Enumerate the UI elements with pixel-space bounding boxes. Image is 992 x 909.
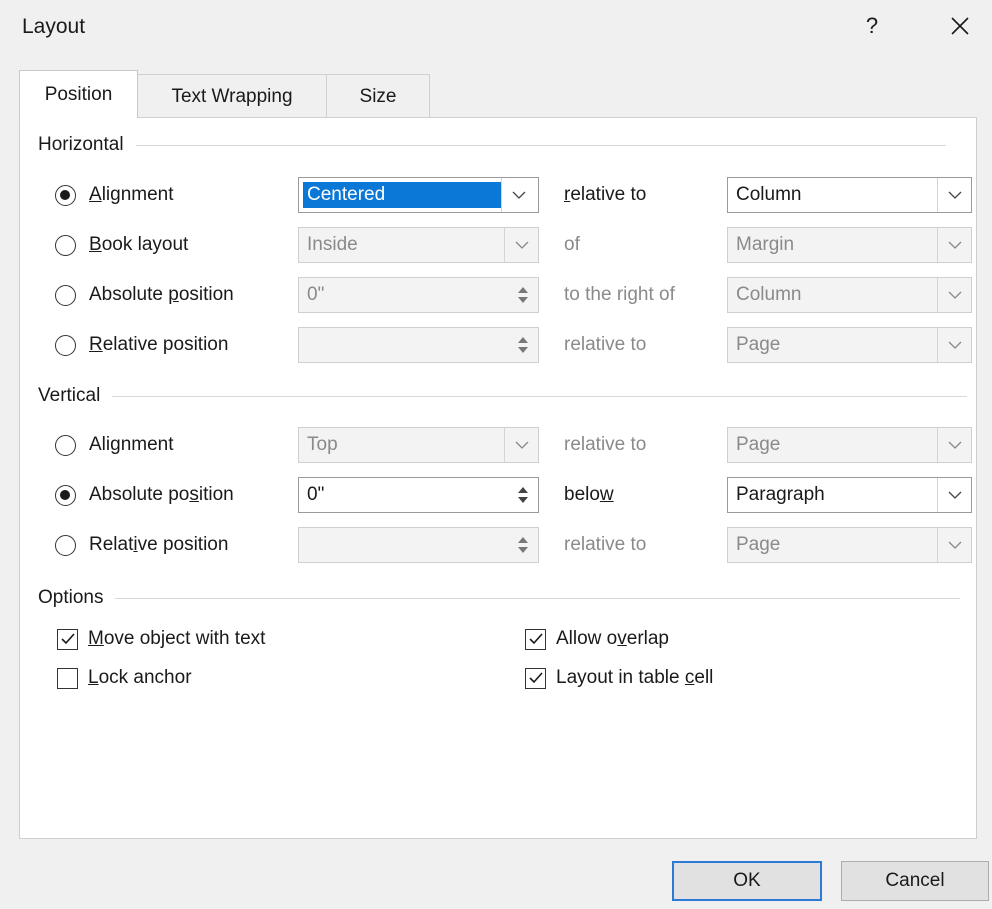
cancel-button[interactable]: Cancel — [841, 861, 989, 901]
radio-label: Alignment — [89, 184, 174, 205]
horizontal-radio-3[interactable]: Relative position — [55, 330, 228, 360]
horizontal-value-spinner-3[interactable] — [298, 327, 539, 363]
checkbox-box[interactable] — [525, 667, 546, 689]
vertical-relative-dropdown-0[interactable]: Page — [727, 427, 972, 463]
radio-label: Absolute position — [89, 484, 234, 505]
vertical-value-spinner-1[interactable]: 0" — [298, 477, 539, 513]
horizontal-relative-label-0: r elative to — [564, 184, 647, 205]
field-value: Centered — [303, 182, 501, 208]
radio-button[interactable] — [55, 434, 76, 456]
chevron-down-icon[interactable] — [937, 528, 971, 562]
radio-label: Book layout — [89, 234, 189, 255]
field-value: Inside — [307, 234, 358, 255]
checkbox-box[interactable] — [57, 667, 78, 689]
help-button[interactable]: ? — [852, 6, 892, 46]
checkbox-box[interactable] — [57, 628, 78, 650]
vertical-relative-label-0: relative to — [564, 434, 647, 455]
checkbox-label: Move object with text — [88, 628, 266, 649]
vertical-radio-1[interactable]: Absolute position — [55, 480, 234, 510]
radio-button[interactable] — [55, 534, 76, 556]
horizontal-relative-dropdown-0[interactable]: Column — [727, 177, 972, 213]
vertical-relative-label-2: relative to — [564, 534, 647, 555]
radio-button[interactable] — [55, 284, 76, 306]
check-icon — [528, 672, 543, 684]
allow-overlap-checkbox[interactable]: Allow overlap — [525, 625, 669, 653]
vertical-radio-2[interactable]: Relative position — [55, 530, 228, 560]
radio-button[interactable] — [55, 334, 76, 356]
check-icon — [60, 633, 75, 645]
radio-label: Relative position — [89, 534, 229, 555]
vertical-radio-0[interactable]: Alignment — [55, 430, 174, 460]
checkbox-box[interactable] — [525, 628, 546, 650]
checkbox-label: Layout in table cell — [556, 667, 714, 688]
horizontal-group-header: Horizontal — [38, 134, 946, 156]
close-icon — [951, 17, 969, 35]
vertical-relative-label-1: belo w — [564, 484, 614, 505]
close-button[interactable] — [938, 6, 982, 46]
horizontal-value-dropdown-1[interactable]: Inside — [298, 227, 539, 263]
field-value: Column — [736, 284, 802, 305]
chevron-down-icon[interactable] — [937, 428, 971, 462]
horizontal-radio-1[interactable]: Book layout — [55, 230, 188, 260]
radio-button[interactable] — [55, 234, 76, 256]
checkbox-label: Allow overlap — [556, 628, 669, 649]
layout-in-table-cell-checkbox[interactable]: Layout in table cell — [525, 664, 713, 692]
vertical-relative-dropdown-1[interactable]: Paragraph — [727, 477, 972, 513]
field-value: Top — [307, 434, 338, 455]
horizontal-value-dropdown-0[interactable]: Centered — [298, 177, 539, 213]
dialog-title: Layout — [22, 15, 86, 38]
field-value: Page — [736, 434, 781, 455]
horizontal-relative-label-1: of — [564, 234, 580, 255]
chevron-down-icon[interactable] — [937, 478, 971, 512]
spinner-arrows-icon[interactable] — [508, 478, 538, 512]
vertical-relative-dropdown-2[interactable]: Page — [727, 527, 972, 563]
field-value: Margin — [736, 234, 795, 255]
checkbox-label: Lock anchor — [88, 667, 192, 688]
vertical-value-dropdown-0[interactable]: Top — [298, 427, 539, 463]
chevron-down-icon[interactable] — [937, 178, 971, 212]
field-value: Page — [736, 534, 781, 555]
radio-button[interactable] — [55, 484, 76, 506]
horizontal-value-spinner-2[interactable]: 0" — [298, 277, 539, 313]
horizontal-relative-label-2: to the right of — [564, 284, 675, 305]
field-value: Paragraph — [736, 484, 825, 505]
options-group-header: Options — [38, 587, 961, 609]
horizontal-radio-2[interactable]: Absolute position — [55, 280, 234, 310]
horizontal-relative-label-3: relative to — [564, 334, 647, 355]
field-value: 0" — [307, 284, 325, 305]
horizontal-relative-dropdown-1[interactable]: Margin — [727, 227, 972, 263]
chevron-down-icon[interactable] — [937, 328, 971, 362]
chevron-down-icon[interactable] — [504, 228, 538, 262]
radio-label: Absolute position — [89, 284, 234, 305]
check-icon — [528, 633, 543, 645]
field-value: Column — [736, 184, 802, 205]
tab-text-wrapping[interactable]: Text Wrapping — [137, 74, 327, 118]
lock-anchor-checkbox[interactable]: Lock anchor — [57, 664, 192, 692]
field-value: Page — [736, 334, 781, 355]
ok-button[interactable]: OK — [672, 861, 822, 901]
field-value: 0" — [307, 484, 325, 505]
vertical-group-header: Vertical — [38, 385, 968, 407]
spinner-arrows-icon[interactable] — [508, 328, 538, 362]
tab-position[interactable]: Position — [19, 70, 138, 118]
chevron-down-icon[interactable] — [937, 278, 971, 312]
chevron-down-icon[interactable] — [937, 228, 971, 262]
horizontal-relative-dropdown-3[interactable]: Page — [727, 327, 972, 363]
horizontal-relative-dropdown-2[interactable]: Column — [727, 277, 972, 313]
tab-size[interactable]: Size — [326, 74, 430, 118]
radio-label: Relative position — [89, 334, 229, 355]
radio-label: Alignment — [89, 434, 174, 455]
chevron-down-icon[interactable] — [501, 178, 535, 212]
radio-button[interactable] — [55, 184, 76, 206]
chevron-down-icon[interactable] — [504, 428, 538, 462]
help-icon: ? — [865, 13, 879, 38]
spinner-arrows-icon[interactable] — [508, 528, 538, 562]
vertical-value-spinner-2[interactable] — [298, 527, 539, 563]
move-object-with-text-checkbox[interactable]: Move object with text — [57, 625, 265, 653]
horizontal-radio-0[interactable]: Alignment — [55, 180, 174, 210]
spinner-arrows-icon[interactable] — [508, 278, 538, 312]
